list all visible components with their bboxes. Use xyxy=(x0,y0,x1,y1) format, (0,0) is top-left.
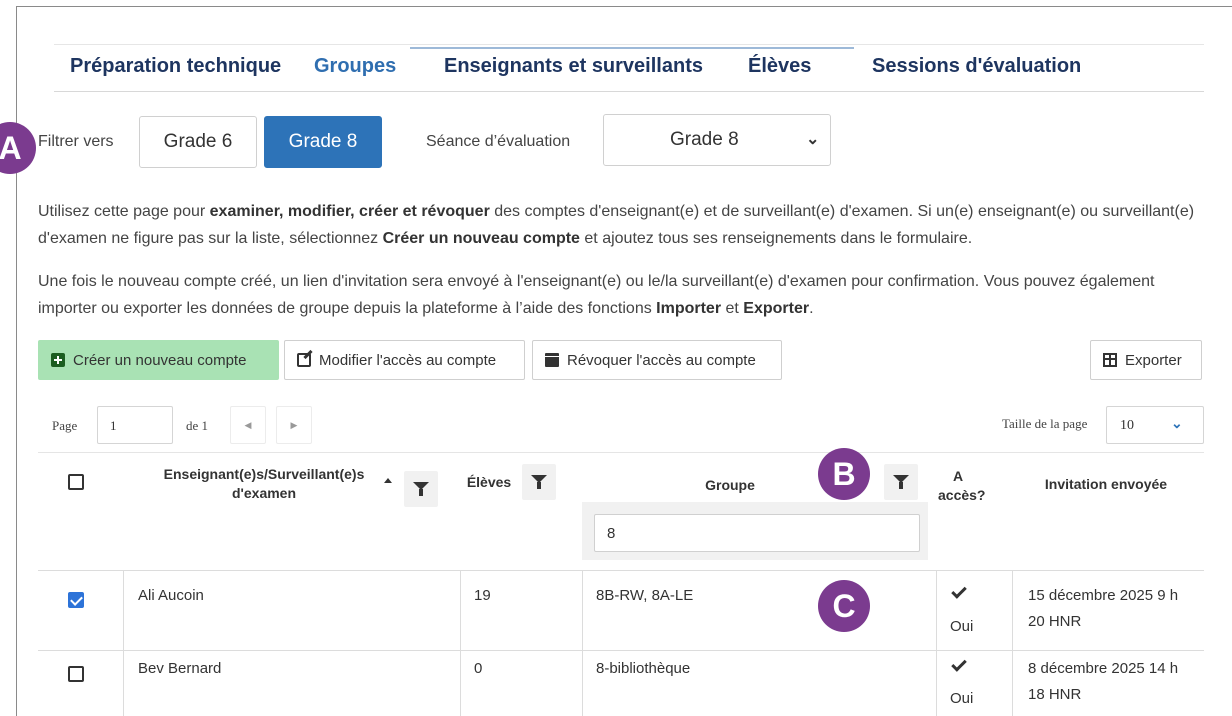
teacher-name: Ali Aucoin xyxy=(138,587,204,604)
tab-enseignants-surveillants[interactable]: Enseignants et surveillants xyxy=(444,55,703,78)
modify-access-button[interactable]: Modifier l'accès au compte xyxy=(284,340,525,380)
row-checkbox[interactable] xyxy=(68,666,84,682)
header-students[interactable]: Élèves xyxy=(464,473,514,492)
intro-paragraph-2: Une fois le nouveau compte créé, un lien… xyxy=(38,273,1155,317)
page-label: Page xyxy=(52,418,78,433)
tab-sessions-evaluation[interactable]: Sessions d'évaluation xyxy=(872,55,1081,78)
chevron-down-icon: ⌄ xyxy=(1171,417,1183,432)
next-page-icon[interactable]: ▶ xyxy=(276,406,312,444)
column-divider xyxy=(123,570,124,716)
invitation-date: 15 décembre 2025 9 h 20 HNR xyxy=(1028,587,1179,630)
page-of-label: de 1 xyxy=(186,418,209,433)
annotation-badge-c: C xyxy=(818,580,870,632)
page-size-label: Taille de la page xyxy=(1002,416,1088,431)
filter-icon[interactable] xyxy=(404,471,438,507)
chevron-down-icon: ⌄ xyxy=(806,131,820,148)
edit-icon xyxy=(297,353,311,367)
teacher-name: Bev Bernard xyxy=(138,660,222,677)
filter-label: Filtrer vers xyxy=(38,133,114,150)
header-invitation[interactable]: Invitation envoyée xyxy=(1018,475,1194,494)
archive-icon xyxy=(545,353,559,367)
page-number-input[interactable]: 1 xyxy=(97,406,173,444)
header-teacher[interactable]: Enseignant(e)s/Surveillant(e)s d'examen xyxy=(134,465,394,503)
tab-groupes[interactable]: Groupes xyxy=(314,55,396,78)
select-all-checkbox[interactable] xyxy=(68,474,84,490)
plus-square-icon xyxy=(51,353,65,367)
group-list: 8-bibliothèque xyxy=(596,660,691,677)
active-tab-underline xyxy=(410,47,854,49)
filter-icon[interactable] xyxy=(884,464,918,500)
filter-icon[interactable] xyxy=(522,464,556,500)
group-filter-input[interactable]: 8 xyxy=(594,514,920,552)
grade-6-button[interactable]: Grade 6 xyxy=(139,116,257,168)
tab-bar: Préparation technique Groupes Enseignant… xyxy=(54,44,1204,92)
group-list: 8B-RW, 8A-LE xyxy=(596,587,694,604)
annotation-badge-b: B xyxy=(818,448,870,500)
access-value: Oui xyxy=(950,690,974,707)
seance-label: Séance d’évaluation xyxy=(426,133,571,150)
intro-paragraph-1: Utilisez cette page pour examiner, modif… xyxy=(38,203,1195,247)
create-account-button[interactable]: Créer un nouveau compte xyxy=(38,340,279,380)
column-divider xyxy=(582,570,583,716)
prev-page-icon[interactable]: ◀ xyxy=(230,406,266,444)
student-count: 19 xyxy=(474,587,491,604)
access-value: Oui xyxy=(950,618,974,635)
export-button[interactable]: Exporter xyxy=(1090,340,1202,380)
sort-ascending-icon[interactable] xyxy=(384,478,392,483)
tab-eleves[interactable]: Élèves xyxy=(748,55,811,78)
column-divider xyxy=(460,570,461,716)
grade-8-button[interactable]: Grade 8 xyxy=(264,116,382,168)
header-group[interactable]: Groupe xyxy=(640,476,820,495)
revoke-access-button[interactable]: Révoquer l'accès au compte xyxy=(532,340,782,380)
tab-preparation-technique[interactable]: Préparation technique xyxy=(70,55,281,78)
table-icon xyxy=(1103,353,1117,367)
page-size-select[interactable]: 10 ⌄ xyxy=(1106,406,1204,444)
column-divider xyxy=(1012,570,1013,716)
seance-select[interactable]: Grade 8 ⌄ xyxy=(603,114,831,166)
row-checkbox[interactable] xyxy=(68,592,84,608)
seance-select-value: Grade 8 xyxy=(670,129,739,150)
header-access[interactable]: A accès? xyxy=(938,467,985,505)
invitation-date: 8 décembre 2025 14 h 18 HNR xyxy=(1028,660,1179,703)
column-divider xyxy=(936,570,937,716)
student-count: 0 xyxy=(474,660,483,677)
